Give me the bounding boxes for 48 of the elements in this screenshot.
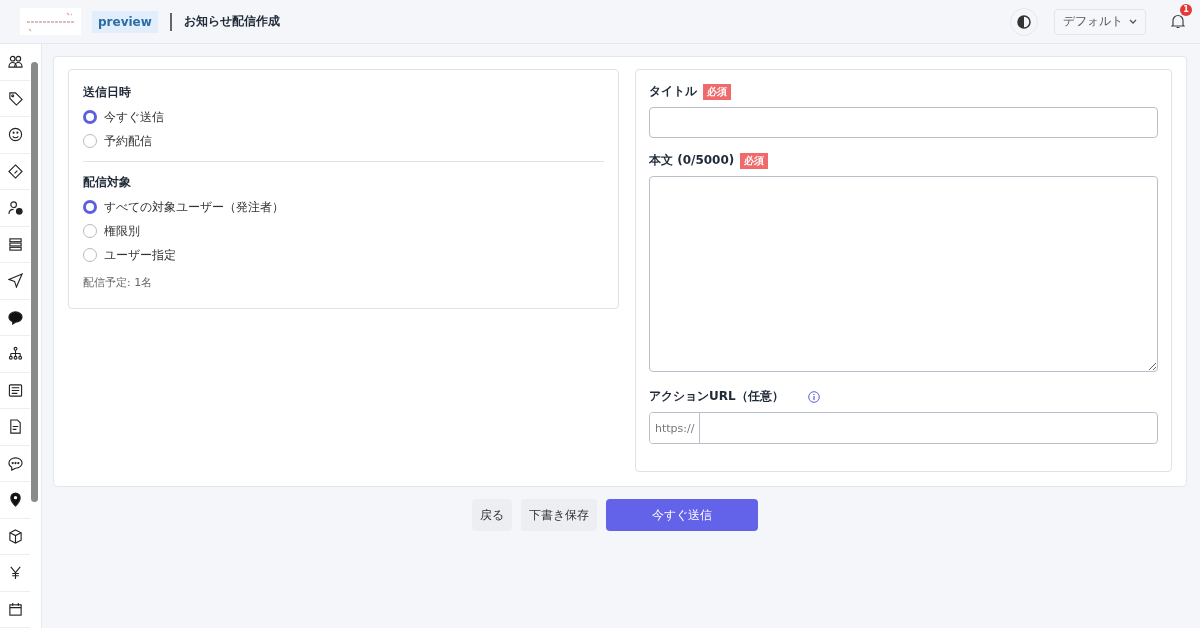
scrollbar-thumb[interactable]	[31, 62, 38, 502]
list-icon[interactable]	[7, 236, 23, 252]
section-heading: 送信日時	[83, 84, 132, 101]
url-input[interactable]: https://	[649, 412, 1158, 444]
radio-button[interactable]	[83, 110, 97, 124]
title-input[interactable]	[649, 107, 1158, 138]
environment-badge: preview	[92, 10, 158, 33]
smile-icon[interactable]	[7, 127, 23, 143]
field-label: タイトル	[649, 83, 697, 100]
people-icon[interactable]	[7, 54, 23, 70]
radio-button[interactable]	[83, 134, 97, 148]
contrast-icon	[1017, 14, 1031, 29]
send-button[interactable]: 今すぐ送信	[606, 499, 758, 531]
required-badge: 必須	[703, 83, 731, 100]
field-label: アクションURL（任意）	[649, 388, 784, 405]
send-icon[interactable]	[7, 273, 23, 289]
radio-label: すべての対象ユーザー（発注者）	[104, 198, 284, 216]
yen-icon[interactable]	[7, 565, 23, 581]
location-pin-icon[interactable]	[7, 492, 23, 508]
notification-count: 1	[1180, 3, 1192, 16]
tag-icon[interactable]	[7, 90, 23, 106]
theme-select[interactable]: デフォルト	[1054, 8, 1146, 35]
chevron-down-icon	[1129, 18, 1137, 25]
chat-icon[interactable]	[7, 455, 23, 471]
document-icon[interactable]	[7, 382, 23, 398]
radio-button[interactable]	[83, 200, 97, 214]
info-icon[interactable]	[807, 390, 820, 403]
document-icon[interactable]	[7, 419, 23, 435]
field-label: 本文 (0/5000)	[649, 152, 735, 169]
section-heading: 配信対象	[83, 174, 132, 191]
action-button[interactable]: 下書き保存	[521, 499, 597, 531]
recipient-count: 配信予定: 1名	[83, 275, 154, 290]
radio-label: 予約配信	[104, 132, 152, 150]
box-icon[interactable]	[7, 528, 23, 544]
radio-label: ユーザー指定	[104, 246, 176, 264]
radio-label: 今すぐ送信	[104, 108, 164, 126]
page-title: お知らせ配信作成	[183, 13, 280, 30]
required-badge: 必須	[740, 152, 769, 169]
bell-icon[interactable]	[1171, 14, 1185, 29]
theme-toggle-button[interactable]	[1010, 7, 1038, 36]
radio-label: 権限別	[104, 222, 140, 240]
chat-bubble-icon[interactable]	[7, 309, 23, 325]
hierarchy-icon[interactable]	[7, 346, 23, 362]
radio-button[interactable]	[83, 248, 97, 262]
url-prefix: https://	[650, 413, 701, 443]
action-button[interactable]: 戻る	[472, 499, 512, 531]
radio-button[interactable]	[83, 224, 97, 238]
calendar-icon[interactable]	[7, 601, 23, 617]
